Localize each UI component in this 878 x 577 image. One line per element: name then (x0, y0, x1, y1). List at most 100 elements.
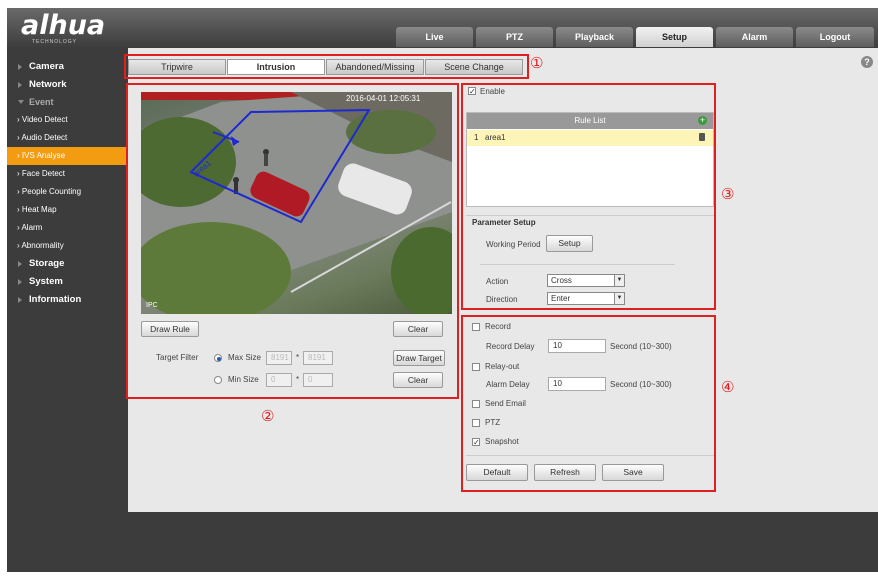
enable-checkbox[interactable]: ✓ (468, 87, 476, 96)
alarm-delay-input[interactable]: 10 (548, 377, 606, 391)
sidebar-item-audio-detect[interactable]: › Audio Detect (7, 129, 128, 147)
sidebar: Camera Network Event › Video Detect › Au… (7, 48, 128, 572)
record-checkbox[interactable] (472, 323, 480, 331)
sidebar-item-heat-map[interactable]: › Heat Map (7, 201, 128, 219)
sidebar-label: Abnormality (21, 241, 64, 250)
sidebar-item-abnormality[interactable]: › Abnormality (7, 237, 128, 255)
svg-text:IPC: IPC (146, 302, 158, 309)
annotation-box-1 (124, 54, 529, 79)
rule-row[interactable]: 1 area1 (467, 130, 713, 146)
working-period-label: Working Period (486, 240, 541, 249)
alarm-delay-label: Alarm Delay (486, 380, 530, 389)
parameter-setup-title: Parameter Setup (472, 218, 539, 227)
max-width-input[interactable]: 8191 (266, 351, 292, 365)
snapshot-label: Snapshot (485, 437, 519, 446)
max-size-radio[interactable] (214, 354, 222, 362)
expand-arrow-icon (18, 297, 22, 303)
relay-out-checkbox[interactable] (472, 363, 480, 371)
action-select[interactable]: Cross ▼ (547, 274, 625, 287)
sidebar-item-camera[interactable]: Camera (7, 58, 128, 76)
tab-alarm[interactable]: Alarm (716, 27, 793, 47)
delete-icon[interactable] (699, 133, 705, 141)
collapse-arrow-icon (18, 100, 24, 104)
tab-logout[interactable]: Logout (796, 27, 874, 47)
min-size-radio[interactable] (214, 376, 222, 384)
divider (466, 455, 714, 456)
sidebar-item-alarm[interactable]: › Alarm (7, 219, 128, 237)
divider (480, 264, 675, 265)
sidebar-label: Heat Map (21, 205, 57, 214)
default-button[interactable]: Default (466, 464, 528, 481)
sidebar-item-face-detect[interactable]: › Face Detect (7, 165, 128, 183)
chevron-down-icon: ▼ (614, 293, 624, 304)
tab-ptz[interactable]: PTZ (476, 27, 553, 47)
clear-target-button[interactable]: Clear (393, 372, 443, 388)
rule-list-header: Rule List (467, 113, 713, 129)
draw-rule-button[interactable]: Draw Rule (141, 321, 199, 337)
sidebar-item-network[interactable]: Network (7, 76, 128, 94)
sidebar-item-information[interactable]: Information (7, 291, 128, 309)
direction-select[interactable]: Enter ▼ (547, 292, 625, 305)
sidebar-label: Face Detect (21, 169, 66, 178)
expand-arrow-icon (18, 64, 22, 70)
help-icon[interactable]: ? (861, 56, 873, 68)
tab-playback[interactable]: Playback (556, 27, 633, 47)
video-preview[interactable]: area1 2016-04-01 12:05:31 IPC (141, 92, 452, 314)
rule-list-panel: Rule List + 1 area1 (466, 112, 714, 207)
brand-tagline: TECHNOLOGY (32, 39, 78, 45)
enable-label: Enable (480, 87, 505, 96)
target-filter-label: Target Filter (156, 353, 199, 362)
sidebar-label: Information (29, 294, 82, 305)
brand-logo: alhua (21, 10, 106, 41)
tab-live[interactable]: Live (396, 27, 473, 47)
send-email-checkbox[interactable] (472, 400, 480, 408)
refresh-button[interactable]: Refresh (534, 464, 596, 481)
clear-rule-button[interactable]: Clear (393, 321, 443, 337)
record-delay-unit: Second (10~300) (610, 342, 672, 351)
rule-name: area1 (485, 133, 506, 142)
max-size-label: Max Size (228, 353, 261, 362)
action-label: Action (486, 277, 509, 286)
max-height-input[interactable]: 8191 (303, 351, 333, 365)
sidebar-label: Camera (29, 61, 64, 72)
draw-target-button[interactable]: Draw Target (393, 350, 445, 366)
ptz-checkbox[interactable] (472, 419, 480, 427)
record-label: Record (485, 322, 511, 331)
sidebar-item-people-counting[interactable]: › People Counting (7, 183, 128, 201)
sidebar-label: Event (29, 97, 54, 107)
annotation-marker-4: ④ (721, 378, 735, 396)
save-button[interactable]: Save (602, 464, 664, 481)
relay-out-label: Relay-out (485, 362, 520, 371)
video-scene: area1 2016-04-01 12:05:31 IPC (141, 92, 452, 314)
expand-arrow-icon (18, 261, 22, 267)
sidebar-label: System (29, 276, 63, 287)
min-height-input[interactable]: 0 (303, 373, 333, 387)
sidebar-label: IVS Analyse (21, 151, 66, 160)
divider (466, 215, 714, 216)
chevron-down-icon: ▼ (614, 275, 624, 286)
record-delay-label: Record Delay (486, 342, 535, 351)
setup-button[interactable]: Setup (546, 235, 593, 252)
tab-setup[interactable]: Setup (636, 27, 713, 47)
min-size-label: Min Size (228, 375, 259, 384)
svg-text:2016-04-01 12:05:31: 2016-04-01 12:05:31 (346, 94, 421, 103)
sidebar-label: Video Detect (21, 115, 68, 124)
sidebar-item-ivs-analyse[interactable]: › IVS Analyse (7, 147, 128, 165)
sidebar-item-event[interactable]: Event (7, 93, 128, 111)
add-rule-icon[interactable]: + (698, 116, 707, 125)
sidebar-label: Alarm (21, 223, 43, 232)
expand-arrow-icon (18, 279, 22, 285)
footer-bar (128, 512, 878, 572)
sidebar-item-system[interactable]: System (7, 273, 128, 291)
record-delay-input[interactable]: 10 (548, 339, 606, 353)
alarm-delay-unit: Second (10~300) (610, 380, 672, 389)
sidebar-item-video-detect[interactable]: › Video Detect (7, 111, 128, 129)
snapshot-checkbox[interactable]: ✓ (472, 438, 480, 447)
min-width-input[interactable]: 0 (266, 373, 292, 387)
action-value: Cross (551, 276, 572, 285)
sidebar-label: Storage (29, 258, 65, 269)
sidebar-item-storage[interactable]: Storage (7, 255, 128, 273)
sidebar-label: Audio Detect (21, 133, 68, 142)
sidebar-label: People Counting (21, 187, 82, 196)
ptz-label: PTZ (485, 418, 501, 427)
